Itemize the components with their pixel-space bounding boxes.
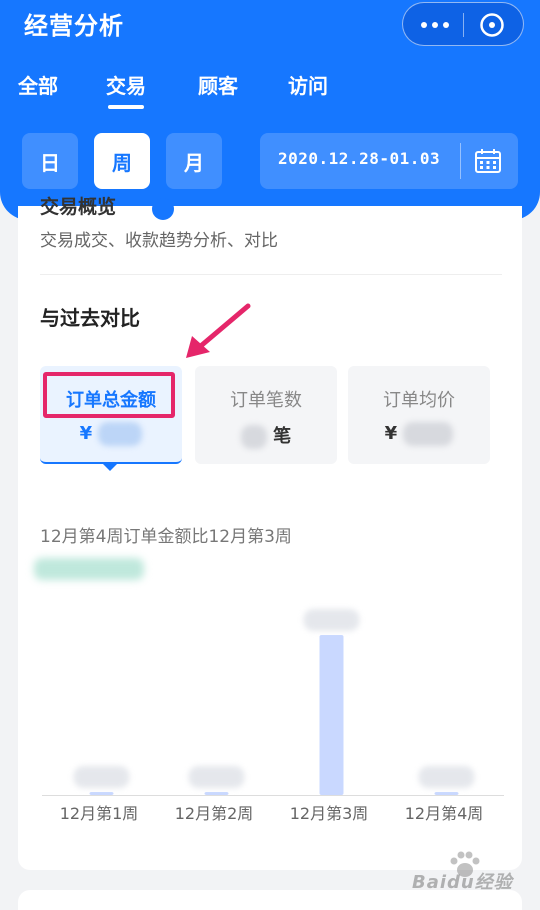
- weekly-amount-chart: 12月第1周 12月第2周 12月第3周 12月第4周: [42, 586, 504, 826]
- period-month-button[interactable]: 月: [166, 133, 222, 189]
- metric-value: ¥: [40, 422, 182, 446]
- blurred-value: [98, 422, 143, 446]
- blurred-data-label: [188, 766, 245, 788]
- unit-label: 笔: [273, 426, 292, 447]
- chart-title: 12月第4周订单金额比12月第3周: [40, 527, 292, 547]
- more-icon[interactable]: [419, 15, 451, 35]
- x-tick-label: 12月第4周: [404, 804, 484, 823]
- app-title: 经营分析: [24, 12, 124, 40]
- x-tick-label: 12月第3周: [289, 804, 369, 823]
- x-tick-label: 12月第1周: [59, 804, 139, 823]
- tab-all[interactable]: 全部: [18, 70, 58, 99]
- capsule-divider: [463, 13, 464, 37]
- x-tick-label: 12月第2周: [174, 804, 254, 823]
- blurred-data-label: [418, 766, 475, 788]
- blurred-data-label: [303, 609, 360, 631]
- close-icon[interactable]: [479, 12, 505, 38]
- metric-label: 订单总金额: [66, 390, 156, 411]
- category-tabs: 全部 交易 顾客 访问: [0, 70, 540, 110]
- next-card: [18, 890, 522, 910]
- info-icon[interactable]: [152, 198, 174, 220]
- bar: [434, 792, 459, 795]
- chart-plot: [42, 609, 504, 796]
- metric-average-price[interactable]: 订单均价 ¥: [348, 366, 490, 464]
- compare-title: 与过去对比: [40, 306, 140, 330]
- metric-order-count[interactable]: 订单笔数 笔: [195, 366, 337, 464]
- period-day-button[interactable]: 日: [22, 133, 78, 189]
- tab-customer[interactable]: 顾客: [198, 70, 238, 99]
- blurred-value: [240, 425, 267, 449]
- trade-overview-card: 交易概览 交易成交、收款趋势分析、对比 与过去对比 订单总金额 ¥ 订单笔数 笔…: [18, 196, 522, 870]
- metric-value: ¥: [348, 422, 490, 446]
- metric-label: 订单均价: [383, 390, 455, 411]
- bar: [204, 792, 229, 795]
- mini-program-capsule: [402, 2, 524, 46]
- date-divider: [460, 143, 461, 179]
- currency-symbol: ¥: [384, 423, 398, 444]
- divider: [40, 274, 502, 275]
- currency-symbol: ¥: [79, 423, 93, 444]
- header-bar: 经营分析 全部 交易 顾客 访问 日 周 月 2020.12.28-01.03: [0, 0, 540, 220]
- blurred-comparison-value: [34, 558, 144, 580]
- metric-total-amount[interactable]: 订单总金额 ¥: [40, 366, 182, 471]
- blurred-value: [403, 422, 454, 446]
- period-week-button[interactable]: 周: [94, 133, 150, 189]
- calendar-icon[interactable]: [474, 148, 502, 174]
- section-header: 交易概览: [40, 196, 117, 218]
- metric-label: 订单笔数: [230, 390, 302, 411]
- bar: [319, 635, 344, 795]
- blurred-data-label: [73, 766, 130, 788]
- tab-trade[interactable]: 交易: [106, 70, 146, 109]
- date-range-text: 2020.12.28-01.03: [278, 149, 441, 168]
- date-range-picker[interactable]: 2020.12.28-01.03: [260, 133, 518, 189]
- bar: [89, 792, 114, 795]
- tab-visit[interactable]: 访问: [288, 70, 328, 99]
- section-subtitle: 交易成交、收款趋势分析、对比: [40, 231, 278, 251]
- metric-value: 笔: [195, 422, 337, 449]
